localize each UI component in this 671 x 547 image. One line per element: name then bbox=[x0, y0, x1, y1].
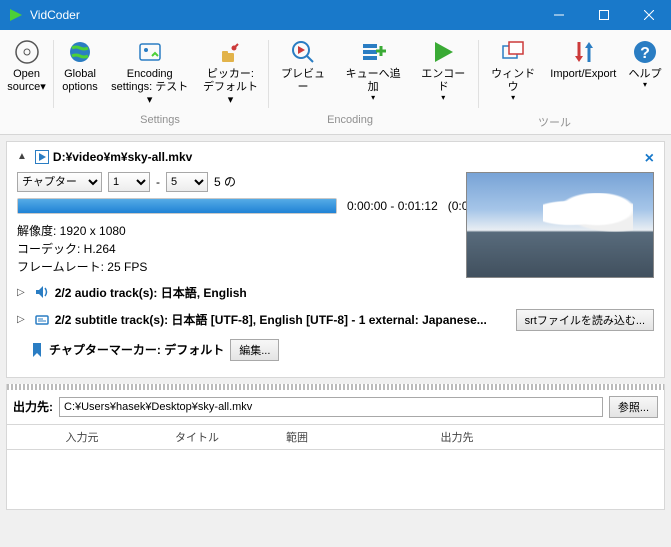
windows-icon bbox=[499, 38, 527, 66]
col-title: タイトル bbox=[157, 429, 237, 445]
expand-file-toggle[interactable]: ▲ bbox=[17, 151, 27, 162]
open-label1: Open bbox=[13, 68, 40, 81]
magnifier-icon bbox=[289, 38, 317, 66]
preview-thumbnail[interactable] bbox=[466, 172, 654, 278]
encode-label: エンコード bbox=[417, 68, 470, 94]
close-source-button[interactable]: × bbox=[645, 150, 654, 168]
addqueue-label: キューへ追加 bbox=[341, 68, 404, 94]
impexp-label: Import/Export bbox=[550, 68, 616, 81]
edit-chapter-button[interactable]: 編集... bbox=[230, 339, 279, 361]
output-path-input[interactable] bbox=[59, 397, 603, 417]
window-drop: ▾ bbox=[511, 93, 515, 103]
open-source-button[interactable]: Open source▾ bbox=[2, 36, 51, 98]
expand-subtitle-toggle[interactable]: ▷ bbox=[17, 314, 25, 325]
import-export-button[interactable]: Import/Export bbox=[546, 36, 621, 85]
addqueue-drop: ▾ bbox=[371, 93, 375, 103]
col-range: 範囲 bbox=[237, 429, 357, 445]
global-label2: options bbox=[62, 81, 97, 94]
globe-icon bbox=[66, 38, 94, 66]
import-export-icon bbox=[569, 38, 597, 66]
queue-table-body bbox=[6, 450, 665, 510]
audio-tracks: 2/2 audio track(s): 日本語, English bbox=[55, 284, 247, 301]
close-button[interactable] bbox=[626, 0, 671, 30]
window-button[interactable]: ウィンドウ ▾ bbox=[481, 36, 546, 108]
col-output: 出力先 bbox=[357, 429, 557, 445]
encode-button[interactable]: エンコード ▾ bbox=[411, 36, 476, 108]
encoding-label2: settings: テスト▾ bbox=[110, 81, 189, 107]
help-button[interactable]: ? ヘルプ ▾ bbox=[621, 36, 669, 95]
app-logo bbox=[8, 7, 24, 23]
subtitle-icon bbox=[35, 313, 49, 327]
minimize-button[interactable] bbox=[536, 0, 581, 30]
progress-bar bbox=[17, 198, 337, 214]
chapter-marker-label: チャプターマーカー: デフォルト bbox=[49, 341, 224, 358]
add-queue-button[interactable]: キューへ追加 ▾ bbox=[335, 36, 410, 108]
encode-drop: ▾ bbox=[441, 93, 445, 103]
group-tools-label: ツール bbox=[440, 114, 669, 130]
queue-table-header: 入力元 タイトル 範囲 出力先 bbox=[6, 425, 665, 450]
add-queue-icon bbox=[359, 38, 387, 66]
window-label: ウィンドウ bbox=[487, 68, 540, 94]
window-title: VidCoder bbox=[30, 8, 536, 22]
open-label2: source▾ bbox=[7, 81, 46, 94]
preview-button[interactable]: プレビュー bbox=[271, 36, 336, 98]
picker-button[interactable]: ピッカー: デフォルト▾ bbox=[195, 36, 265, 112]
global-label1: Global bbox=[64, 68, 96, 81]
play-icon bbox=[429, 38, 457, 66]
play-file-icon bbox=[35, 150, 49, 164]
encoding-settings-button[interactable]: Encoding settings: テスト▾ bbox=[104, 36, 195, 112]
chapter-mode-select[interactable]: チャプター bbox=[17, 172, 102, 192]
expand-audio-toggle[interactable]: ▷ bbox=[17, 287, 25, 298]
picker-label1: ピッカー: bbox=[207, 68, 254, 81]
chapter-suffix: 5 の bbox=[214, 173, 236, 190]
global-options-button[interactable]: Global options bbox=[56, 36, 104, 98]
output-label: 出力先: bbox=[13, 398, 53, 415]
chapter-from-select[interactable]: 1 bbox=[108, 172, 150, 192]
encoding-label1: Encoding bbox=[127, 68, 173, 81]
browse-button[interactable]: 参照... bbox=[609, 396, 658, 418]
settings-icon bbox=[136, 38, 164, 66]
help-icon: ? bbox=[631, 38, 659, 66]
subtitle-tracks: 2/2 subtitle track(s): 日本語 [UTF-8], Engl… bbox=[55, 311, 510, 328]
picker-label2: デフォルト▾ bbox=[201, 81, 259, 107]
maximize-button[interactable] bbox=[581, 0, 626, 30]
disc-icon bbox=[13, 38, 41, 66]
speaker-icon bbox=[35, 285, 49, 299]
source-file-path: D:¥video¥m¥sky-all.mkv bbox=[53, 150, 192, 164]
chapter-to-select[interactable]: 5 bbox=[166, 172, 208, 192]
bookmark-icon bbox=[31, 343, 43, 357]
load-srt-button[interactable]: srtファイルを読み込む... bbox=[516, 309, 654, 331]
col-source: 入力元 bbox=[7, 429, 157, 445]
svg-text:?: ? bbox=[640, 45, 650, 62]
group-encoding-label: Encoding bbox=[260, 114, 440, 130]
help-drop: ▾ bbox=[643, 80, 647, 90]
group-settings-label: Settings bbox=[60, 114, 260, 130]
preview-label: プレビュー bbox=[277, 68, 330, 94]
time-range: 0:00:00 - 0:01:12 bbox=[347, 199, 438, 213]
picker-icon bbox=[216, 38, 244, 66]
